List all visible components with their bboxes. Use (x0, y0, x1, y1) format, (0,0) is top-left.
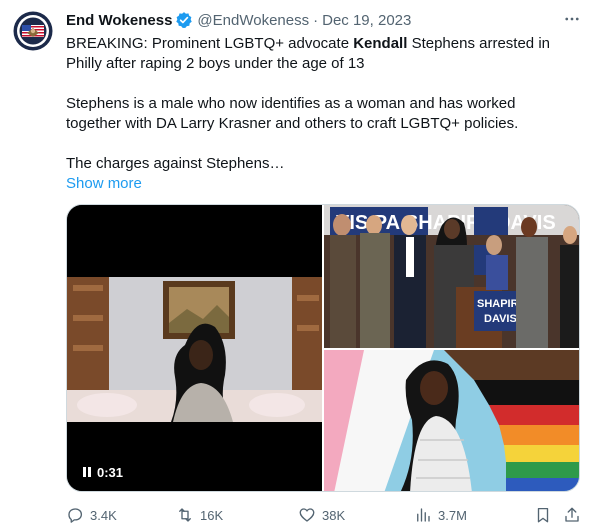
tweet-paragraph-2: Stephens is a male who now identifies as… (66, 95, 519, 132)
separator: · (313, 11, 319, 29)
reply-count: 3.4K (90, 507, 117, 523)
more-options-button[interactable] (562, 9, 582, 29)
share-icon (565, 507, 579, 522)
tweet-text: BREAKING: Prominent LGBTQ+ advocate Kend… (66, 34, 566, 194)
bookmark-button[interactable] (534, 505, 552, 525)
views-chart-icon (417, 508, 430, 522)
video-time: 0:31 (97, 464, 124, 480)
video-duration-badge: 0:31 (77, 461, 130, 483)
view-count: 3.7M (438, 507, 467, 523)
tweet-paragraph-3: The charges against Stephens… (66, 155, 285, 172)
show-more-link[interactable]: Show more (66, 175, 142, 192)
reply-button[interactable]: 3.4K (66, 505, 117, 525)
video-frame (67, 205, 322, 491)
tweet-date[interactable]: Dec 19, 2023 (322, 12, 411, 29)
more-dots-icon (565, 17, 579, 21)
repost-button[interactable]: 16K (176, 505, 223, 525)
share-button[interactable] (563, 505, 581, 525)
author-name[interactable]: End Wokeness (66, 12, 172, 29)
like-count: 38K (322, 507, 346, 523)
tweet-paragraph-1: BREAKING: Prominent LGBTQ+ advocate Kend… (66, 35, 550, 72)
sign-text-2: DAVIS (484, 313, 517, 325)
views-button[interactable]: 3.7M (414, 505, 467, 525)
media-grid: 0:31 VIS PA SHAPIRO DAVIS (66, 204, 580, 492)
heart-icon (299, 508, 315, 522)
action-bar: 3.4K 16K 38K 3.7M (66, 505, 582, 525)
bookmark-icon (537, 507, 549, 523)
pause-icon[interactable] (83, 467, 91, 477)
like-button[interactable]: 38K (298, 505, 345, 525)
tweet-header: End Wokeness @EndWokeness · Dec 19, 2023 (66, 9, 411, 31)
verified-badge-icon[interactable] (175, 11, 193, 29)
highlighted-name: Kendall (353, 35, 408, 52)
avatar[interactable] (13, 11, 53, 51)
press-conference-photo[interactable]: VIS PA SHAPIRODAVIS SHAPIRO DAVIS (324, 205, 579, 348)
repost-icon (179, 508, 191, 522)
video-player[interactable]: 0:31 (67, 205, 322, 491)
tweet[interactable]: End Wokeness @EndWokeness · Dec 19, 2023… (0, 0, 593, 532)
repost-count: 16K (200, 507, 224, 523)
reply-icon (68, 508, 83, 523)
avatar-image (13, 11, 53, 51)
pride-flag-portrait-photo[interactable] (324, 350, 579, 491)
author-handle[interactable]: @EndWokeness (197, 12, 309, 29)
